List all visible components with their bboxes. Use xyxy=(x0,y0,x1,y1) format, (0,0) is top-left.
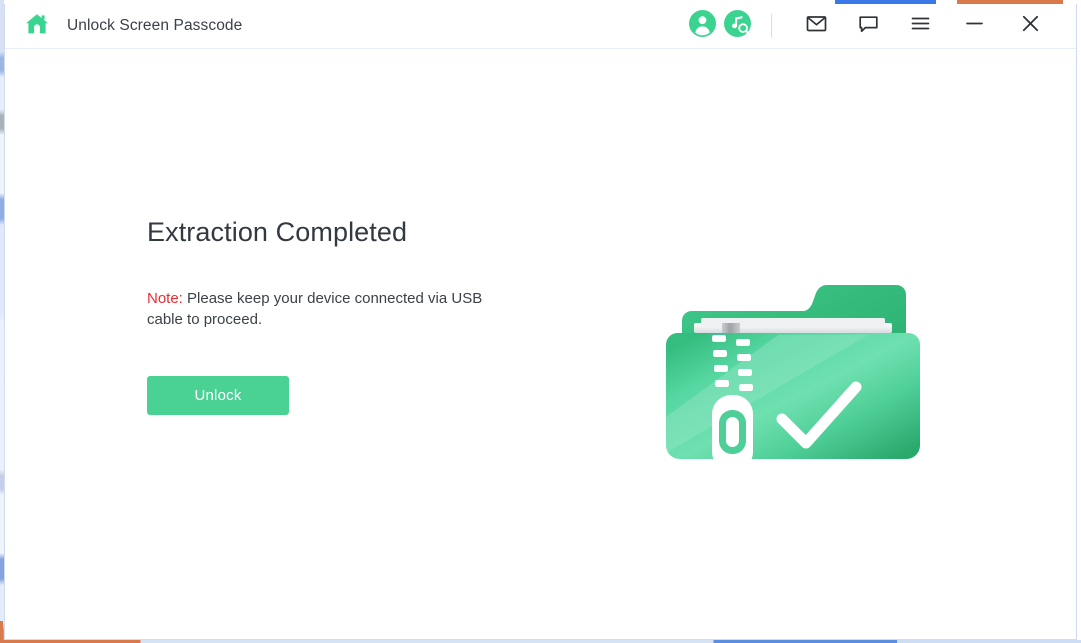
note-body: Please keep your device connected via US… xyxy=(147,290,483,329)
page-title: Extraction Completed xyxy=(147,217,408,247)
minimize-icon xyxy=(964,13,985,39)
background-window-bottom-left-edge xyxy=(0,621,3,643)
titlebar-actions xyxy=(685,4,1076,48)
minimize-button[interactable] xyxy=(959,11,989,41)
account-avatar-icon xyxy=(689,10,716,42)
close-icon xyxy=(1020,13,1041,39)
status-panel: Extraction Completed Note: Please keep y… xyxy=(147,216,567,415)
zip-folder-complete-illustration xyxy=(660,277,950,482)
mail-button[interactable] xyxy=(801,11,831,41)
titlebar: Unlock Screen Passcode xyxy=(5,4,1076,49)
unlock-button[interactable]: Unlock xyxy=(147,376,289,415)
hamburger-menu-icon xyxy=(910,13,931,39)
feedback-button[interactable] xyxy=(853,11,883,41)
desktop-background: Unlock Screen Passcode Extraction Comple… xyxy=(0,0,1081,643)
app-title: Unlock Screen Passcode xyxy=(67,17,243,34)
app-window: Unlock Screen Passcode Extraction Comple… xyxy=(4,4,1077,640)
note-label: Note: xyxy=(147,290,183,308)
account-button[interactable] xyxy=(689,10,716,42)
feedback-bubble-icon xyxy=(858,13,879,39)
home-icon xyxy=(24,11,50,42)
music-search-icon xyxy=(724,10,751,42)
music-search-button[interactable] xyxy=(724,10,751,42)
note-text: Note: Please keep your device connected … xyxy=(147,248,497,330)
titlebar-divider xyxy=(771,14,772,38)
mail-icon xyxy=(806,13,827,39)
home-button[interactable] xyxy=(24,13,50,39)
close-button[interactable] xyxy=(1015,11,1045,41)
content-area: Extraction Completed Note: Please keep y… xyxy=(5,49,1076,639)
menu-button[interactable] xyxy=(905,11,935,41)
